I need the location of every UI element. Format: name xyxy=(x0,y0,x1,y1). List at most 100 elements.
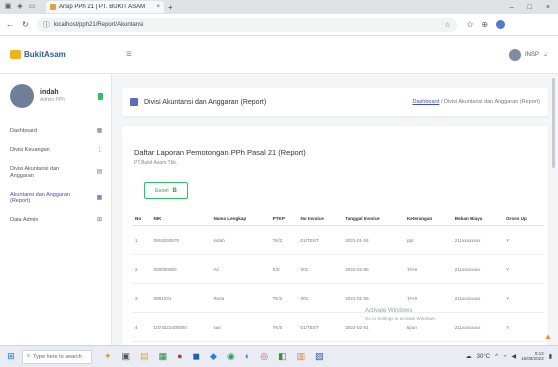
taskbar-apps: ✦ ▣ ▤ ▦ ● ◼ ◆ ◉ ◐ ◎ ◧ ▥ ▧ xyxy=(104,351,324,362)
site-info-icon[interactable]: ⓘ xyxy=(43,20,50,30)
col-header-no-invoice[interactable]: No Invoice xyxy=(297,212,343,226)
chrome-icon[interactable]: ◎ xyxy=(260,351,268,362)
table-row: 2 000000000 Ari K/0 001 2022-02-06 TAHI … xyxy=(132,254,544,284)
browser-extensions: ✩ ⊕ xyxy=(467,20,506,29)
sidebar-item-data-admin[interactable]: Data Admin ⊞ xyxy=(0,211,111,230)
volume-icon[interactable]: ◀ xyxy=(512,353,517,360)
col-header-nik[interactable]: NIK xyxy=(150,212,211,226)
warning-icon: ▲ xyxy=(544,332,552,341)
collections-icon[interactable]: ⊕ xyxy=(481,20,488,29)
hamburger-menu-icon[interactable]: ≡ xyxy=(126,49,132,60)
sidebar-item-divisi-keuangan[interactable]: Divisi Keuangan ⋮ xyxy=(0,141,111,160)
cell-nik: 0991031 xyxy=(150,283,211,313)
breadcrumb-dashboard-link[interactable]: Dashboard xyxy=(412,99,439,105)
chat-app-icon[interactable]: ◉ xyxy=(227,351,235,362)
excel-app-icon[interactable]: ▦ xyxy=(159,351,168,362)
user-menu[interactable]: INSP ⌄ xyxy=(508,48,548,61)
cell-tanggal-invoice: 2022-02-06 xyxy=(342,254,404,284)
minimize-icon[interactable]: – xyxy=(510,4,514,11)
extensions-icon[interactable]: ◈ xyxy=(16,3,24,11)
breadcrumb-current: / Divisi Akuntansi dan Anggaran (Report) xyxy=(440,99,540,105)
col-header-beban-biaya[interactable]: Beban Biaya xyxy=(451,212,504,226)
window-controls: – □ × xyxy=(510,4,558,11)
word-app-icon[interactable]: ◼ xyxy=(193,351,200,362)
profile-role: Admin PPh xyxy=(40,97,66,103)
vscode-icon[interactable]: ◆ xyxy=(210,351,217,362)
col-header-no[interactable]: No xyxy=(132,212,151,226)
avatar xyxy=(508,48,521,61)
reload-icon[interactable]: ↻ xyxy=(22,20,29,29)
sidebar-item-label: Data Admin xyxy=(10,217,39,224)
media-app-icon[interactable]: ● xyxy=(177,351,182,362)
edge-icon[interactable]: ◐ xyxy=(245,351,250,362)
maximize-icon[interactable]: □ xyxy=(528,4,532,11)
cell-no-invoice: 001 xyxy=(297,283,343,313)
more-vertical-icon: ⋮ xyxy=(96,147,103,154)
cell-no: 1 xyxy=(132,225,151,255)
col-header-ptkp[interactable]: PTKP xyxy=(269,212,298,226)
taskbar-search-input[interactable]: ⌕ Type here to search xyxy=(22,349,92,364)
col-header-keterangan[interactable]: Keterangan xyxy=(403,212,452,226)
terminal-icon[interactable]: ▧ xyxy=(315,351,324,362)
cell-gross-up: Y xyxy=(503,254,544,284)
sidebar-item-label: Dashboard xyxy=(10,128,37,135)
tray-chevron-icon[interactable]: ^ xyxy=(495,354,498,360)
app-icon[interactable]: ◧ xyxy=(278,351,287,362)
report-table: No NIK Nama Lengkap PTKP No Invoice Tang… xyxy=(132,212,544,342)
brand-name: BukitAsam xyxy=(24,50,66,59)
col-header-nama[interactable]: Nama Lengkap xyxy=(210,212,270,226)
windows-start-icon[interactable]: ⊞ xyxy=(0,351,22,362)
watermark-title: Activate Windows xyxy=(365,308,413,314)
bookmark-star-icon[interactable]: ☆ xyxy=(444,21,450,29)
cell-nik: 000000000 xyxy=(150,254,211,284)
profile-icon[interactable] xyxy=(496,20,506,29)
report-card: Daftar Laporan Pemotongan PPh Pasal 21 (… xyxy=(122,126,548,345)
sidebar-item-dashboard[interactable]: Dashboard ▦ xyxy=(0,122,111,141)
table-row: 1 0919334570 indah TK/2 01/TEST 2021-01-… xyxy=(132,225,544,255)
file-explorer-icon[interactable]: ▤ xyxy=(140,351,149,362)
network-icon[interactable]: ◔ xyxy=(503,354,507,360)
cell-no: 2 xyxy=(132,254,151,284)
export-excel-button[interactable]: Excel B xyxy=(144,182,188,199)
activate-windows-watermark: Activate Windows Go to Settings to activ… xyxy=(365,308,436,322)
col-header-gross-up[interactable]: Gross Up xyxy=(503,212,544,226)
sidebar-item-divisi-akuntansi[interactable]: Divisi Akuntansi dan Anggaran ▤ xyxy=(0,160,111,185)
chevron-down-icon: ⌄ xyxy=(542,52,548,58)
clock-date: 16/08/2023 xyxy=(521,355,544,361)
back-icon[interactable]: ← xyxy=(6,20,14,29)
cell-no: 3 xyxy=(132,283,151,313)
cell-beban-biaya: 211xxxxxxxx xyxy=(451,283,504,313)
cell-no: 4 xyxy=(132,312,151,342)
new-tab-icon[interactable]: + xyxy=(168,3,173,12)
sidebar-item-akuntansi-report[interactable]: Akuntansi dan Anggaran (Report) ▦ xyxy=(0,186,111,211)
close-window-icon[interactable]: × xyxy=(546,4,550,11)
table-header-row: No NIK Nama Lengkap PTKP No Invoice Tang… xyxy=(132,212,544,226)
cell-gross-up: Y xyxy=(503,225,544,255)
app-header: BukitAsam ≡ INSP ⌄ xyxy=(0,36,558,74)
browser-tab-strip: ▣ ◈ ▭ Arsip PPh 21 | PT. BUKIT ASAM × + … xyxy=(0,0,558,14)
tab-actions-icon[interactable]: ▭ xyxy=(28,3,36,11)
widgets-icon[interactable]: ✦ xyxy=(104,351,112,362)
browser-tab[interactable]: Arsip PPh 21 | PT. BUKIT ASAM × xyxy=(46,1,164,13)
page-scrollbar[interactable] xyxy=(552,78,555,168)
task-view-icon[interactable]: ▣ xyxy=(122,351,131,362)
system-tray: ☁ 30°C ^ ◔ ◀ 9:13 16/08/2023 ▮ xyxy=(466,351,558,362)
cell-ptkp: TK/0 xyxy=(269,312,298,342)
brand-logo[interactable]: BukitAsam xyxy=(0,36,112,73)
folder-icon[interactable]: ▥ xyxy=(297,351,306,362)
notification-icon[interactable]: ▮ xyxy=(549,353,552,360)
weather-icon[interactable]: ☁ xyxy=(466,353,472,360)
window-menu-icon[interactable]: ▣ xyxy=(4,3,12,11)
close-tab-icon[interactable]: × xyxy=(156,4,160,10)
excel-icon: B xyxy=(172,187,177,194)
address-bar[interactable]: ⓘ localhost/pph21/Report/Akuntansi ☆ xyxy=(36,17,457,32)
navigation-buttons: ← ↻ xyxy=(0,20,29,29)
profile-name: indah xyxy=(40,89,59,96)
cell-nama: sari xyxy=(210,312,270,342)
table-row: 4 1074022400000 sari TK/0 01/TEST 2022-0… xyxy=(132,312,544,342)
taskbar-clock[interactable]: 9:13 16/08/2023 xyxy=(521,351,544,362)
favorites-icon[interactable]: ✩ xyxy=(467,20,474,29)
col-header-tanggal-invoice[interactable]: Tanggal Invoice xyxy=(342,212,404,226)
cell-no-invoice: 001 xyxy=(297,254,343,284)
cell-nama: Rosa xyxy=(210,283,270,313)
